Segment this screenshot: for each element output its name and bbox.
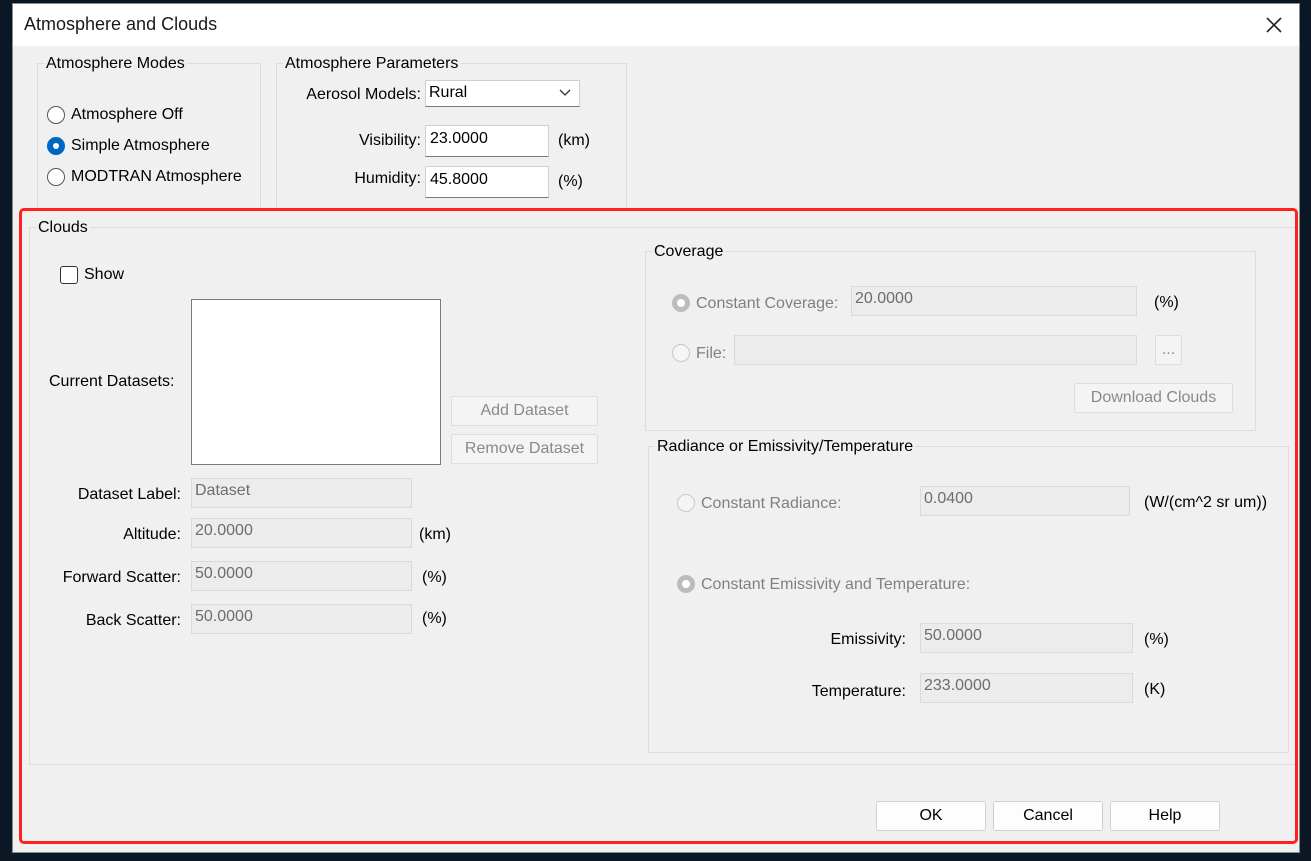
radio-modtran-atmosphere-label: MODTRAN Atmosphere	[71, 168, 242, 185]
current-datasets-label: Current Datasets:	[49, 373, 175, 390]
close-button[interactable]	[1257, 9, 1291, 41]
visibility-unit: (km)	[558, 132, 590, 149]
show-clouds-label: Show	[84, 266, 125, 283]
atmosphere-parameters-title: Atmosphere Parameters	[283, 55, 461, 73]
radio-modtran-atmosphere[interactable]	[47, 168, 65, 186]
aerosol-models-value: Rural	[429, 84, 468, 101]
file-label: File:	[696, 345, 727, 362]
constant-radiance-input[interactable]: 0.0400	[920, 486, 1130, 516]
back-scatter-input[interactable]: 50.0000	[191, 604, 412, 634]
altitude-input[interactable]: 20.0000	[191, 518, 412, 548]
title-bar: Atmosphere and Clouds	[13, 4, 1299, 46]
ok-button[interactable]: OK	[876, 801, 986, 831]
download-clouds-button[interactable]: Download Clouds	[1074, 383, 1233, 413]
emissivity-unit: (%)	[1144, 631, 1169, 648]
altitude-label: Altitude:	[123, 526, 181, 543]
constant-coverage-unit: (%)	[1154, 294, 1179, 311]
temperature-label: Temperature:	[811, 683, 906, 700]
dialog-window: Atmosphere and Clouds Atmosphere Modes A…	[12, 3, 1300, 853]
forward-scatter-unit: (%)	[422, 569, 447, 586]
file-input[interactable]	[734, 335, 1137, 365]
constant-coverage-input[interactable]: 20.0000	[851, 286, 1137, 316]
clouds-title: Clouds	[36, 219, 90, 237]
radio-simple-atmosphere[interactable]	[47, 137, 65, 155]
back-scatter-unit: (%)	[422, 610, 447, 627]
close-icon	[1266, 17, 1282, 33]
dataset-label-input[interactable]: Dataset	[191, 478, 412, 508]
temperature-unit: (K)	[1144, 681, 1166, 698]
radiance-title: Radiance or Emissivity/Temperature	[655, 438, 916, 456]
constant-coverage-label: Constant Coverage:	[696, 295, 839, 312]
emissivity-label: Emissivity:	[830, 631, 906, 648]
visibility-label: Visibility:	[359, 132, 421, 149]
forward-scatter-label: Forward Scatter:	[62, 569, 181, 586]
chevron-down-icon	[559, 89, 571, 96]
cancel-button[interactable]: Cancel	[993, 801, 1103, 831]
radio-file[interactable]	[672, 344, 690, 362]
humidity-label: Humidity:	[354, 170, 421, 187]
constant-radiance-unit: (W/(cm^2 sr um))	[1144, 494, 1268, 511]
back-scatter-label: Back Scatter:	[85, 612, 181, 629]
show-clouds-checkbox[interactable]	[60, 266, 78, 284]
help-button[interactable]: Help	[1110, 801, 1220, 831]
emissivity-input[interactable]: 50.0000	[920, 623, 1133, 653]
radio-atmosphere-off[interactable]	[47, 106, 65, 124]
aerosol-models-label: Aerosol Models:	[306, 86, 421, 103]
remove-dataset-button[interactable]: Remove Dataset	[451, 434, 598, 464]
radio-simple-atmosphere-label: Simple Atmosphere	[71, 137, 210, 154]
aerosol-models-select[interactable]: Rural	[425, 80, 580, 107]
add-dataset-button[interactable]: Add Dataset	[451, 396, 598, 426]
radio-atmosphere-off-label: Atmosphere Off	[71, 106, 183, 123]
dataset-label-label: Dataset Label:	[77, 486, 181, 503]
humidity-input[interactable]: 45.8000	[425, 166, 549, 198]
visibility-input[interactable]: 23.0000	[425, 125, 549, 157]
coverage-title: Coverage	[652, 243, 726, 261]
humidity-unit: (%)	[558, 173, 583, 190]
radio-constant-coverage[interactable]	[672, 294, 690, 312]
constant-radiance-label: Constant Radiance:	[701, 495, 842, 512]
forward-scatter-input[interactable]: 50.0000	[191, 561, 412, 591]
current-datasets-list[interactable]	[191, 299, 441, 465]
browse-file-button[interactable]: ...	[1155, 335, 1182, 365]
radio-constant-radiance[interactable]	[677, 494, 695, 512]
dialog-title: Atmosphere and Clouds	[24, 14, 218, 34]
constant-emissivity-temperature-label: Constant Emissivity and Temperature:	[701, 576, 971, 593]
radio-constant-emissivity-temperature[interactable]	[677, 575, 695, 593]
altitude-unit: (km)	[419, 526, 451, 543]
temperature-input[interactable]: 233.0000	[920, 673, 1133, 703]
atmosphere-modes-title: Atmosphere Modes	[44, 55, 187, 73]
